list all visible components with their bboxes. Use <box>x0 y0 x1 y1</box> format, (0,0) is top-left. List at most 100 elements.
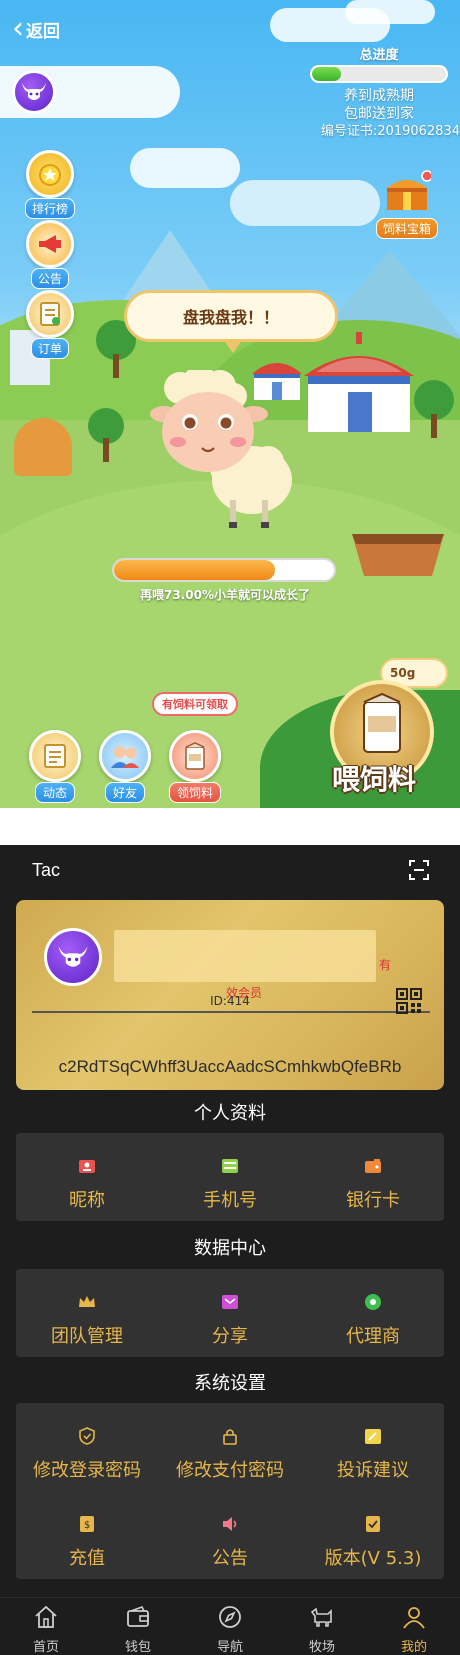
tab-navigation[interactable]: 导航 <box>184 1598 276 1655</box>
recharge-item[interactable]: $ 充值 <box>16 1515 158 1570</box>
card-divider <box>32 1011 430 1013</box>
user-pill <box>0 66 180 118</box>
lock-icon <box>223 1429 237 1445</box>
yurt <box>304 332 414 432</box>
back-label: 返回 <box>26 21 60 42</box>
chevron-left-icon: ‹ <box>12 11 24 46</box>
orders-button[interactable]: 订单 <box>22 290 78 359</box>
tree <box>88 408 124 464</box>
friends-button[interactable]: 好友 <box>94 730 156 803</box>
member-card: 有 效会员 ID:414 c2RdTSqCWhff3UaccAadcSCmhkw… <box>16 900 444 1090</box>
tab-wallet-label: 钱包 <box>124 1640 151 1655</box>
edit-icon <box>365 1429 381 1444</box>
recharge-icon: $ <box>80 1516 94 1532</box>
growth-progress-bar <box>112 558 336 582</box>
team-management-label: 团队管理 <box>51 1326 123 1347</box>
change-login-password-item[interactable]: 修改登录密码 <box>16 1427 158 1482</box>
user-icon <box>403 1607 425 1629</box>
feed-available-tip: 有饲料可领取 <box>152 692 238 716</box>
ranch-icon <box>310 1607 332 1627</box>
ox-icon <box>58 946 88 967</box>
feed-treasure-chest-button[interactable]: 饲料宝箱 <box>372 170 442 239</box>
sheep[interactable] <box>150 370 300 540</box>
tab-home-label: 首页 <box>32 1640 59 1655</box>
username-redacted <box>114 930 376 982</box>
feedback-item[interactable]: 投诉建议 <box>302 1427 444 1482</box>
section-title-settings: 系统设置 <box>194 1373 266 1394</box>
share-item[interactable]: 分享 <box>159 1293 301 1348</box>
feed-button-label: 喂饲料 <box>332 763 417 796</box>
agent-item[interactable]: 代理商 <box>302 1293 444 1348</box>
share-label: 分享 <box>212 1326 248 1347</box>
feed-trough <box>352 534 444 576</box>
cloud <box>345 0 435 24</box>
ox-icon <box>22 83 46 100</box>
profile-screen: Tac 有 效会员 ID:414 c2RdTSqCWhff3UaccAadcSC… <box>0 845 460 1655</box>
announcement-item[interactable]: 公告 <box>159 1515 301 1570</box>
friends-icon <box>99 730 151 782</box>
announcement-label: 公告 <box>212 1548 248 1569</box>
crown-icon <box>79 1296 95 1307</box>
tab-mine-label: 我的 <box>400 1640 427 1655</box>
agent-icon <box>365 1294 381 1310</box>
recharge-label: 充值 <box>69 1548 105 1569</box>
home-icon <box>35 1605 57 1628</box>
avatar[interactable] <box>12 70 56 114</box>
bank-card-label: 银行卡 <box>346 1190 400 1211</box>
change-pay-password-item[interactable]: 修改支付密码 <box>159 1427 301 1482</box>
wallet-address: c2RdTSqCWhff3UaccAadcSCmhkwbQfeBRb <box>58 1057 402 1076</box>
feed-bag-icon <box>169 730 221 782</box>
change-login-password-label: 修改登录密码 <box>33 1460 141 1481</box>
app-root: ‹ 返回 总进度 养到成熟期 包邮送到家 编号证书:2019062834 排行榜… <box>0 0 460 1655</box>
vip-status-suffix: 有 <box>379 958 392 972</box>
growth-progress-fill <box>114 560 275 580</box>
settings-panel: 修改登录密码 修改支付密码 投诉建议 $ 充值 公告 版本(V 5.3) <box>16 1403 444 1579</box>
tab-ranch-label: 牧场 <box>308 1640 335 1655</box>
team-management-item[interactable]: 团队管理 <box>16 1293 158 1348</box>
data-panel: 团队管理 分享 代理商 <box>16 1269 444 1357</box>
version-icon <box>366 1516 380 1532</box>
total-progress-panel: 总进度 养到成熟期 包邮送到家 <box>308 44 450 123</box>
leaderboard-label: 排行榜 <box>24 198 75 219</box>
news-label: 动态 <box>34 782 75 803</box>
tab-ranch[interactable]: 牧场 <box>276 1598 368 1655</box>
compass-icon <box>219 1606 241 1628</box>
phone-icon <box>222 1159 238 1173</box>
section-title-data: 数据中心 <box>194 1238 266 1259</box>
phone-item[interactable]: 手机号 <box>159 1157 301 1212</box>
announcement-button[interactable]: 公告 <box>22 220 78 289</box>
tab-mine[interactable]: 我的 <box>368 1598 460 1655</box>
total-progress-fill <box>312 67 342 81</box>
certificate-number: 编号证书:2019062834 <box>320 124 460 139</box>
progress-title: 总进度 <box>359 48 399 63</box>
tab-wallet[interactable]: 钱包 <box>92 1598 184 1655</box>
user-id: ID:414 <box>210 994 250 1008</box>
growth-text: 再喂73.00%小羊就可以成长了 <box>140 588 310 602</box>
phone-label: 手机号 <box>203 1190 257 1211</box>
version-item[interactable]: 版本(V 5.3) <box>302 1515 444 1570</box>
profile-header: Tac <box>0 845 460 895</box>
tab-home[interactable]: 首页 <box>0 1598 92 1655</box>
back-button[interactable]: ‹ 返回 <box>12 14 60 44</box>
scan-icon[interactable] <box>408 859 430 881</box>
qr-code-icon[interactable] <box>396 988 422 1014</box>
news-button[interactable]: 动态 <box>24 730 86 803</box>
shield-icon <box>79 1427 95 1445</box>
nickname-item[interactable]: 昵称 <box>16 1157 158 1212</box>
avatar[interactable] <box>44 928 102 986</box>
agent-label: 代理商 <box>346 1326 400 1347</box>
claim-feed-button[interactable]: 领饲料 <box>164 730 226 803</box>
progress-line-1: 养到成熟期 <box>344 88 414 104</box>
tree <box>414 380 454 440</box>
medal-icon <box>26 150 74 198</box>
orders-label: 订单 <box>30 338 69 359</box>
total-progress-bar <box>310 65 448 83</box>
nickname-label: 昵称 <box>69 1190 105 1211</box>
cloud <box>130 148 240 188</box>
news-icon <box>29 730 81 782</box>
speech-bubble: 盘我盘我！！ <box>124 290 338 353</box>
bank-card-item[interactable]: 银行卡 <box>302 1157 444 1212</box>
wallet-icon <box>127 1606 149 1627</box>
leaderboard-button[interactable]: 排行榜 <box>22 150 78 219</box>
treasure-chest-icon <box>387 170 433 210</box>
